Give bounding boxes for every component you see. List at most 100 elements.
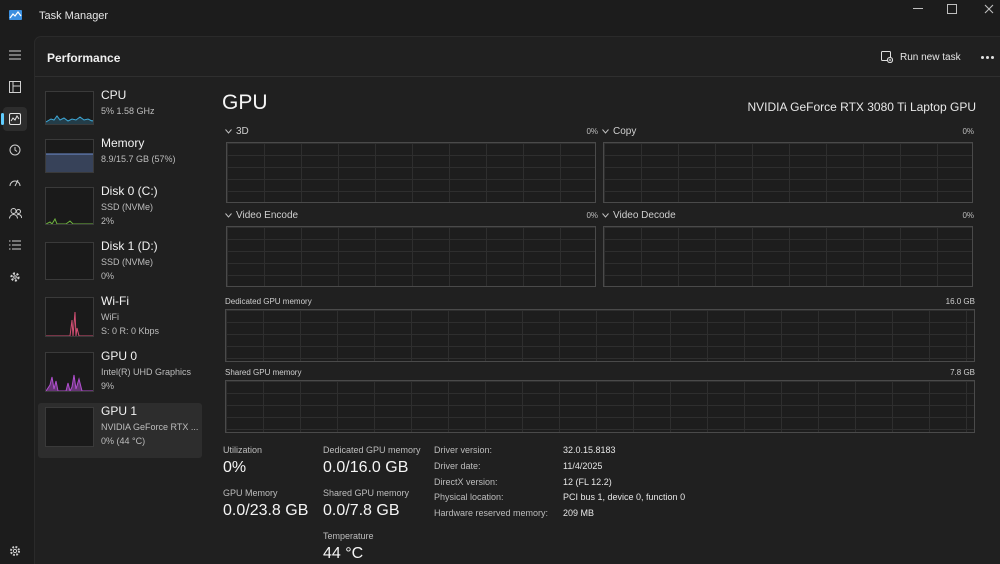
resource-name: Disk 0 (C:) <box>101 184 158 198</box>
details-icon <box>9 240 21 250</box>
startup-apps-icon <box>9 179 21 187</box>
gpu1-thumbnail-graph <box>45 407 94 447</box>
wifi-sparkline <box>46 311 93 336</box>
resource-gpu-1[interactable]: GPU 1 NVIDIA GeForce RTX ... 0% (44 °C) <box>38 403 202 458</box>
resource-disk-1[interactable]: Disk 1 (D:) SSD (NVMe) 0% <box>38 238 202 293</box>
more-options-button[interactable] <box>977 49 997 65</box>
nav-users[interactable] <box>3 201 27 225</box>
shared-memory-label: Shared GPU memory <box>225 368 302 377</box>
more-options-dot <box>985 55 989 59</box>
page-title: Performance <box>47 51 121 65</box>
resource-usage: 9% <box>101 381 115 391</box>
more-options-icon <box>980 55 984 59</box>
disk0-sparkline <box>46 217 93 224</box>
resource-usage: 0% <box>101 271 115 281</box>
dedicated-memory-graph <box>225 309 975 362</box>
resource-detail: 8.9/15.7 GB (57%) <box>101 154 176 164</box>
driver-version-value: 32.0.15.8183 <box>563 445 616 455</box>
minimize-button[interactable] <box>900 0 936 18</box>
resource-cpu[interactable]: CPU 5% 1.58 GHz <box>38 87 202 142</box>
chevron-down-icon <box>225 213 232 218</box>
run-new-task-label: Run new task <box>900 51 961 63</box>
performance-icon <box>9 113 21 125</box>
resource-detail: NVIDIA GeForce RTX ... <box>101 422 199 432</box>
engine-percent: 0% <box>962 127 974 136</box>
gpu0-thumbnail-graph <box>45 352 94 392</box>
chevron-down-icon <box>602 213 609 218</box>
engine-percent: 0% <box>586 127 598 136</box>
physical-location-value: PCI bus 1, device 0, function 0 <box>563 492 686 502</box>
performance-panel: Performance Run new task CPU 5% 1.58 GHz… <box>34 36 1000 564</box>
dedicated-memory-label: Dedicated GPU memory <box>225 297 312 306</box>
shared-label: Shared GPU memory <box>323 488 410 498</box>
engine-graph-video-decode <box>603 226 973 287</box>
resource-detail: SSD (NVMe) <box>101 202 154 212</box>
run-new-task-button[interactable]: Run new task <box>881 49 961 65</box>
engine-selector-video-decode[interactable]: Video Decode <box>602 210 676 221</box>
resource-memory[interactable]: Memory 8.9/15.7 GB (57%) <box>38 135 202 190</box>
resource-wifi[interactable]: Wi-Fi WiFi S: 0 R: 0 Kbps <box>38 293 202 348</box>
settings-icon <box>10 546 20 556</box>
nav-processes[interactable] <box>3 75 27 99</box>
dedicated-label: Dedicated GPU memory <box>323 445 421 455</box>
gpu-memory-value: 0.0/23.8 GB <box>223 502 309 519</box>
memory-sparkline <box>46 153 93 172</box>
close-button[interactable] <box>971 0 1000 18</box>
resource-detail: Intel(R) UHD Graphics <box>101 367 192 377</box>
info-label: Driver version: <box>434 445 493 455</box>
close-icon <box>984 4 994 14</box>
more-options-dot <box>990 55 994 59</box>
disk0-thumbnail-graph <box>45 187 94 225</box>
nav-services[interactable] <box>3 265 27 289</box>
nav-app-history[interactable] <box>3 138 27 162</box>
engine-graph-video-encode <box>226 226 596 287</box>
nav-settings[interactable] <box>3 539 27 563</box>
maximize-button[interactable] <box>934 0 970 18</box>
resource-name: GPU 0 <box>101 349 138 363</box>
info-label: Physical location: <box>434 492 504 502</box>
engine-name: Video Decode <box>613 210 676 221</box>
hamburger-icon <box>9 50 21 60</box>
engine-graph-3d <box>226 142 596 203</box>
gpu-memory-label: GPU Memory <box>223 488 278 498</box>
temperature-value: 44 °C <box>323 545 364 562</box>
processes-icon <box>9 81 21 93</box>
gpu-title: GPU <box>222 91 268 114</box>
resource-name: Memory <box>101 136 145 150</box>
resource-name: CPU <box>101 88 127 102</box>
engine-selector-copy[interactable]: Copy <box>602 126 636 137</box>
dedicated-value: 0.0/16.0 GB <box>323 459 409 476</box>
resource-name: Disk 1 (D:) <box>101 239 158 253</box>
wifi-thumbnail-graph <box>45 297 94 337</box>
nav-performance[interactable] <box>1 107 27 131</box>
resource-detail: SSD (NVMe) <box>101 257 154 267</box>
shared-memory-graph <box>225 380 975 433</box>
resource-usage: 2% <box>101 216 115 226</box>
utilization-value: 0% <box>223 459 247 476</box>
engine-name: 3D <box>236 126 249 137</box>
resource-detail: WiFi <box>101 312 119 322</box>
nav-details[interactable] <box>3 233 27 257</box>
resource-disk-0[interactable]: Disk 0 (C:) SSD (NVMe) 2% <box>38 183 202 238</box>
cpu-thumbnail-graph <box>45 91 94 125</box>
engine-percent: 0% <box>586 211 598 220</box>
title-bar: Task Manager <box>0 0 1000 36</box>
driver-date-value: 11/4/2025 <box>563 461 603 471</box>
engine-selector-video-encode[interactable]: Video Encode <box>225 210 298 221</box>
engine-selector-3d[interactable]: 3D <box>225 126 249 137</box>
services-icon <box>10 272 20 282</box>
resource-name: Wi-Fi <box>101 294 129 308</box>
maximize-icon <box>947 4 957 14</box>
info-label: DirectX version: <box>434 477 498 487</box>
nav-startup-apps[interactable] <box>3 170 27 194</box>
chevron-down-icon <box>225 129 232 134</box>
shared-memory-max: 7.8 GB <box>950 368 975 377</box>
chevron-down-icon <box>602 129 609 134</box>
resource-detail: 5% 1.58 GHz <box>101 106 155 116</box>
resource-gpu-0[interactable]: GPU 0 Intel(R) UHD Graphics 9% <box>38 348 202 403</box>
disk1-thumbnail-graph <box>45 242 94 280</box>
engine-name: Copy <box>613 126 637 137</box>
menu-button[interactable] <box>3 43 27 67</box>
resource-throughput: S: 0 R: 0 Kbps <box>101 326 160 336</box>
gpu0-sparkline <box>46 374 93 391</box>
